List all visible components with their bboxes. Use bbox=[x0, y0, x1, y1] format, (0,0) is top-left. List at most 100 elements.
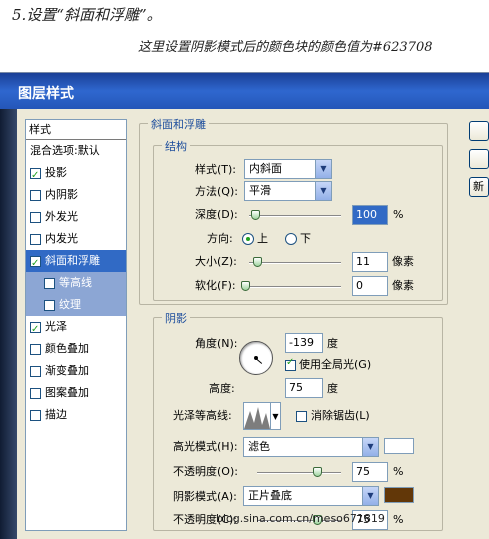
soften-slider[interactable] bbox=[241, 281, 341, 291]
chevron-down-icon: ▼ bbox=[362, 487, 378, 505]
direction-down-radio[interactable] bbox=[285, 233, 297, 245]
bevel-style-select[interactable]: 内斜面 ▼ bbox=[244, 159, 332, 179]
highlight-opacity-unit: % bbox=[393, 465, 404, 478]
watermark-text: blog.sina.com.cn/meso671819 bbox=[216, 512, 385, 525]
style-item-checkbox[interactable] bbox=[30, 409, 41, 421]
blend-options-item[interactable]: 混合选项:默认 bbox=[26, 140, 126, 162]
chevron-down-icon: ▼ bbox=[362, 438, 378, 456]
size-slider-thumb[interactable] bbox=[253, 257, 263, 267]
structure-title: 结构 bbox=[162, 138, 190, 154]
tutorial-note: 这里设置阴影模式后的颜色块的颜色值为#623708 bbox=[138, 40, 433, 55]
depth-unit: % bbox=[393, 208, 404, 221]
shadow-color-swatch[interactable] bbox=[384, 487, 414, 503]
shadow-mode-label: 阴影模式(A): bbox=[173, 490, 237, 503]
style-item-label: 等高线 bbox=[59, 276, 92, 289]
style-item-label: 描边 bbox=[45, 408, 67, 421]
style-item[interactable]: 斜面和浮雕 bbox=[26, 250, 126, 275]
ok-button[interactable] bbox=[469, 121, 489, 141]
style-item-checkbox[interactable] bbox=[30, 319, 41, 341]
style-item-label: 投影 bbox=[45, 166, 67, 179]
chevron-down-icon: ▼ bbox=[272, 412, 279, 421]
tutorial-step-caption: 5.设置“斜面和浮雕”。 bbox=[12, 6, 162, 24]
shadow-mode-select[interactable]: 正片叠底 ▼ bbox=[243, 486, 379, 506]
style-item-label: 斜面和浮雕 bbox=[45, 254, 100, 267]
style-item[interactable]: 外发光 bbox=[26, 206, 126, 228]
style-item-checkbox[interactable] bbox=[30, 365, 41, 377]
highlight-opacity-label: 不透明度(O): bbox=[173, 465, 238, 478]
anti-aliased-label[interactable]: 消除锯齿(L) bbox=[311, 408, 370, 424]
soften-label: 软化(F): bbox=[195, 279, 236, 292]
depth-label: 深度(D): bbox=[195, 208, 238, 221]
highlight-color-swatch[interactable] bbox=[384, 438, 414, 454]
style-item[interactable]: 内发光 bbox=[26, 228, 126, 250]
new-style-button[interactable]: 新 bbox=[469, 177, 489, 197]
style-item-checkbox[interactable] bbox=[44, 277, 55, 289]
highlight-opacity-input[interactable]: 75 bbox=[352, 462, 388, 482]
dialog-body: 样式 混合选项:默认 投影内阴影外发光内发光斜面和浮雕等高线纹理光泽颜色叠加渐变… bbox=[17, 109, 489, 539]
style-item-checkbox[interactable] bbox=[30, 343, 41, 355]
gloss-contour-label: 光泽等高线: bbox=[173, 409, 232, 422]
direction-label: 方向: bbox=[207, 232, 233, 245]
style-item-label: 内发光 bbox=[45, 232, 78, 245]
style-item-checkbox[interactable] bbox=[30, 211, 41, 223]
angle-label: 角度(N): bbox=[195, 337, 238, 350]
style-item[interactable]: 图案叠加 bbox=[26, 382, 126, 404]
angle-unit: 度 bbox=[327, 337, 338, 350]
style-item[interactable]: 投影 bbox=[26, 162, 126, 187]
style-item-checkbox[interactable] bbox=[30, 387, 41, 399]
window-frame bbox=[0, 109, 17, 539]
altitude-input[interactable]: 75 bbox=[285, 378, 323, 398]
style-item-label: 纹理 bbox=[59, 298, 81, 311]
soften-input[interactable]: 0 bbox=[352, 276, 388, 296]
technique-label: 方法(Q): bbox=[195, 185, 238, 198]
gloss-contour-preview[interactable] bbox=[243, 402, 271, 430]
chevron-down-icon: ▼ bbox=[315, 182, 331, 200]
highlight-opacity-slider[interactable] bbox=[257, 467, 341, 477]
style-item-label: 渐变叠加 bbox=[45, 364, 89, 377]
style-item-checkbox[interactable] bbox=[30, 253, 41, 275]
soften-slider-thumb[interactable] bbox=[241, 281, 250, 291]
global-light-label[interactable]: 使用全局光(G) bbox=[299, 357, 371, 373]
style-item-checkbox[interactable] bbox=[30, 165, 41, 187]
style-item-checkbox[interactable] bbox=[44, 299, 55, 311]
style-item[interactable]: 纹理 bbox=[26, 294, 126, 316]
style-item[interactable]: 内阴影 bbox=[26, 184, 126, 206]
dial-needle bbox=[255, 358, 263, 364]
style-list-header[interactable]: 样式 bbox=[26, 120, 126, 140]
angle-dial[interactable] bbox=[239, 341, 273, 375]
anti-aliased-checkbox[interactable] bbox=[296, 411, 307, 422]
style-item[interactable]: 颜色叠加 bbox=[26, 338, 126, 360]
direction-up-label[interactable]: 上 bbox=[257, 231, 268, 247]
shadow-opacity-unit: % bbox=[393, 513, 404, 526]
global-light-checkbox[interactable] bbox=[285, 357, 296, 371]
style-item-label: 内阴影 bbox=[45, 188, 78, 201]
highlight-mode-select[interactable]: 滤色 ▼ bbox=[243, 437, 379, 457]
style-item-label: 颜色叠加 bbox=[45, 342, 89, 355]
size-input[interactable]: 11 bbox=[352, 252, 388, 272]
size-label: 大小(Z): bbox=[195, 255, 237, 268]
bevel-emboss-title: 斜面和浮雕 bbox=[148, 116, 209, 132]
dialog-titlebar[interactable]: 图层样式 bbox=[0, 73, 489, 109]
style-item[interactable]: 描边 bbox=[26, 404, 126, 426]
gloss-contour-dropdown[interactable]: ▼ bbox=[271, 402, 281, 430]
style-item[interactable]: 等高线 bbox=[26, 272, 126, 294]
depth-slider[interactable] bbox=[249, 210, 341, 220]
shadow-mode-value: 正片叠底 bbox=[248, 489, 292, 502]
technique-select[interactable]: 平滑 ▼ bbox=[244, 181, 332, 201]
style-item-label: 光泽 bbox=[45, 320, 67, 333]
highlight-mode-value: 滤色 bbox=[248, 440, 270, 453]
contour-curve-icon bbox=[244, 407, 270, 429]
size-slider[interactable] bbox=[249, 257, 341, 267]
direction-down-label[interactable]: 下 bbox=[300, 231, 311, 247]
depth-input[interactable]: 100 bbox=[352, 205, 388, 225]
shading-title: 阴影 bbox=[162, 310, 190, 326]
bevel-style-value: 内斜面 bbox=[249, 162, 282, 175]
cancel-button[interactable] bbox=[469, 149, 489, 169]
style-item-checkbox[interactable] bbox=[30, 233, 41, 245]
direction-up-radio[interactable] bbox=[242, 233, 254, 245]
style-label: 样式(T): bbox=[195, 163, 237, 176]
style-item-checkbox[interactable] bbox=[30, 189, 41, 201]
angle-input[interactable]: -139 bbox=[285, 333, 323, 353]
style-item[interactable]: 渐变叠加 bbox=[26, 360, 126, 382]
style-item[interactable]: 光泽 bbox=[26, 316, 126, 341]
